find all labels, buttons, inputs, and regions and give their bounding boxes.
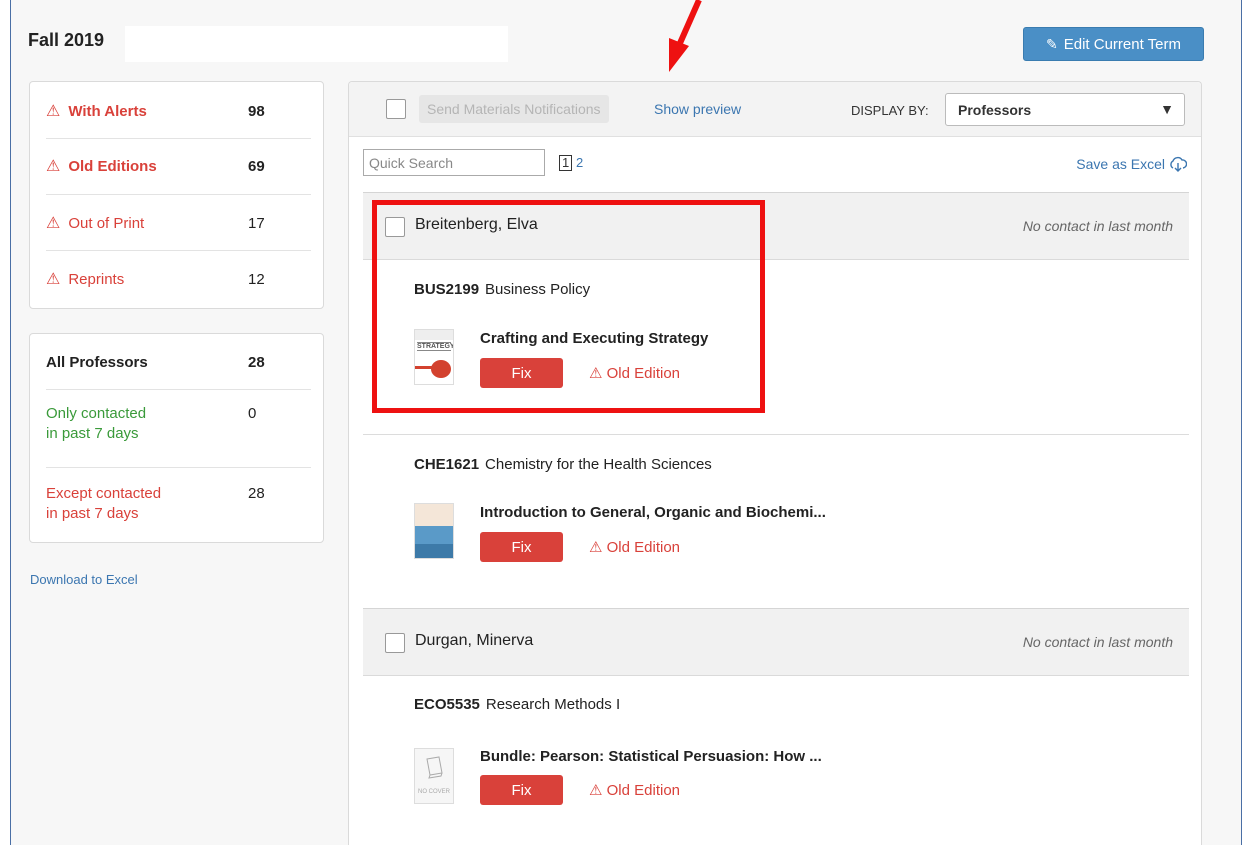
filter-count: 28 [248, 353, 265, 371]
warning-icon: ⚠ [46, 158, 61, 175]
course-code: ECO5535 [414, 696, 480, 713]
course-name: Chemistry for the Health Sciences [485, 456, 712, 473]
professor-row: Breitenberg, Elva No contact in last mon… [363, 192, 1189, 260]
professor-row: Durgan, Minerva No contact in last month [363, 608, 1189, 676]
redacted-area [125, 26, 508, 62]
pencil-icon: ✎ [1046, 35, 1058, 52]
alert-label: Old Edition [606, 539, 680, 556]
book-outline-icon [426, 756, 443, 779]
filter-with-alerts[interactable]: ⚠ With Alerts 98 [30, 98, 323, 124]
filter-label: All Professors [46, 353, 148, 371]
filter-count: 69 [248, 157, 265, 175]
alert-label: Old Edition [606, 365, 680, 382]
search-placeholder: Quick Search [369, 154, 454, 171]
course-name: Business Policy [485, 281, 591, 298]
filter-only-contacted[interactable]: Only contacted in past 7 days 0 [30, 404, 323, 446]
professor-checkbox[interactable] [385, 633, 405, 653]
save-excel-label: Save as Excel [1076, 156, 1165, 172]
filter-label: Reprints [68, 270, 125, 288]
warning-icon: ⚠ [589, 365, 607, 382]
download-to-excel-link[interactable]: Download to Excel [30, 572, 138, 587]
edit-current-term-button[interactable]: ✎ Edit Current Term [1023, 27, 1204, 61]
send-notifications-button[interactable]: Send Materials Notifications [419, 95, 609, 123]
toolbar: Send Materials Notifications Show previe… [349, 82, 1201, 137]
main-panel: Send Materials Notifications Show previe… [348, 81, 1202, 845]
annotation-arrow-icon [669, 0, 702, 72]
filter-all-professors[interactable]: All Professors 28 [30, 349, 323, 375]
book-cover-image: STRATEGY [414, 329, 454, 385]
no-cover-label: NO COVER [417, 789, 450, 795]
fix-button[interactable]: Fix [480, 532, 563, 562]
course-code: CHE1621 [414, 456, 480, 473]
filter-label-line2: in past 7 days [46, 505, 139, 522]
edit-term-label: Edit Current Term [1063, 35, 1181, 53]
warning-icon: ⚠ [46, 215, 61, 232]
professors-filter-panel: All Professors 28 Only contacted in past… [29, 333, 324, 543]
professor-name[interactable]: Breitenberg, Elva [415, 216, 538, 234]
display-by-select[interactable]: Professors ▼ [945, 93, 1185, 126]
filter-count: 12 [248, 270, 265, 288]
filter-label-line2: in past 7 days [46, 425, 139, 442]
filter-except-contacted[interactable]: Except contacted in past 7 days 28 [30, 484, 323, 526]
old-edition-alert[interactable]: ⚠ Old Edition [589, 781, 680, 799]
filter-out-of-print[interactable]: ⚠ Out of Print 17 [30, 210, 323, 236]
old-edition-alert[interactable]: ⚠ Old Edition [589, 364, 680, 382]
save-as-excel-link[interactable]: Save as Excel [1076, 156, 1187, 172]
filter-label-line1: Only contacted [46, 405, 147, 422]
term-title: Fall 2019 [28, 30, 105, 50]
contact-status: No contact in last month [1022, 218, 1173, 234]
dropdown-arrow-icon: ▼ [1160, 101, 1174, 117]
divider [46, 194, 311, 195]
filter-reprints[interactable]: ⚠ Reprints 12 [30, 266, 323, 292]
page-1-link[interactable]: 1 [559, 155, 573, 171]
filter-label: With Alerts [68, 102, 147, 120]
quick-search-input[interactable]: Quick Search [363, 149, 545, 176]
no-cover-image: NO COVER [414, 748, 454, 804]
alert-label: Old Edition [606, 782, 680, 799]
divider [46, 138, 311, 139]
warning-icon: ⚠ [589, 782, 607, 799]
book-title[interactable]: Crafting and Executing Strategy [480, 330, 708, 347]
divider [46, 389, 311, 390]
filter-label: Old Editions [68, 157, 157, 175]
warning-icon: ⚠ [589, 539, 607, 556]
display-by-label: DISPLAY BY: [851, 103, 929, 118]
show-preview-link[interactable]: Show preview [654, 101, 741, 117]
divider [46, 467, 311, 468]
divider [363, 434, 1189, 435]
warning-icon: ⚠ [46, 271, 61, 288]
book-title[interactable]: Introduction to General, Organic and Bio… [480, 504, 826, 521]
filter-count: 0 [248, 405, 257, 422]
alerts-panel: ⚠ With Alerts 98 ⚠ Old Editions 69 ⚠ Out… [29, 81, 324, 309]
professor-name[interactable]: Durgan, Minerva [415, 632, 533, 650]
filter-count: 17 [248, 214, 265, 232]
course-row: CHE1621 Chemistry for the Health Sciences [414, 456, 712, 473]
display-by-value: Professors [958, 101, 1032, 118]
book-cover-image [414, 503, 454, 559]
fix-button[interactable]: Fix [480, 775, 563, 805]
contact-status: No contact in last month [1022, 634, 1173, 650]
filter-count: 28 [248, 485, 265, 502]
course-row: ECO5535 Research Methods I [414, 696, 620, 713]
old-edition-alert[interactable]: ⚠ Old Edition [589, 538, 680, 556]
book-title[interactable]: Bundle: Pearson: Statistical Persuasion:… [480, 748, 822, 765]
page-2-link[interactable]: 2 [576, 155, 583, 170]
filter-label: Out of Print [68, 214, 145, 232]
select-all-checkbox[interactable] [386, 99, 406, 119]
filter-old-editions[interactable]: ⚠ Old Editions 69 [30, 153, 323, 179]
filter-label-line1: Except contacted [46, 485, 162, 502]
course-code: BUS2199 [414, 281, 480, 298]
professor-checkbox[interactable] [385, 217, 405, 237]
warning-icon: ⚠ [46, 103, 61, 120]
fix-button[interactable]: Fix [480, 358, 563, 388]
divider [46, 250, 311, 251]
course-row: BUS2199 Business Policy [414, 281, 590, 298]
filter-count: 98 [248, 102, 265, 120]
cloud-download-icon [1170, 156, 1187, 172]
course-name: Research Methods I [485, 696, 621, 713]
